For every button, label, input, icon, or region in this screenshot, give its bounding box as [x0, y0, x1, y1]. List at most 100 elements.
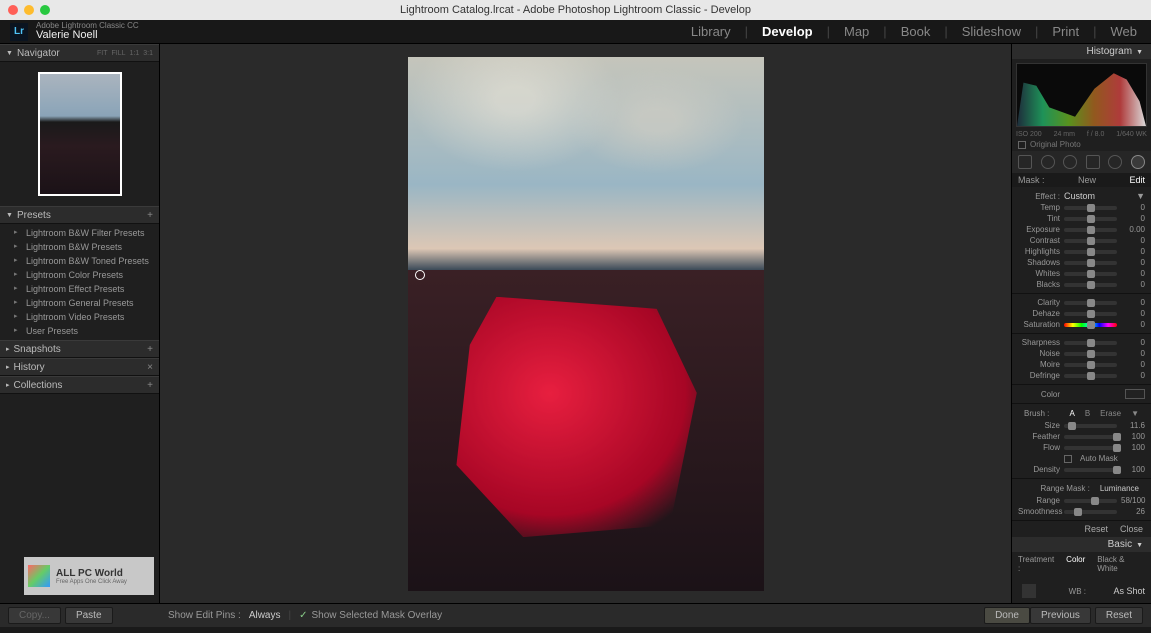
density-value: 100 — [1121, 465, 1145, 474]
nav-3to1[interactable]: 3:1 — [143, 50, 153, 57]
slider-value: 0 — [1121, 360, 1145, 369]
done-button[interactable]: Done — [984, 607, 1030, 624]
slider-label: Dehaze — [1018, 309, 1060, 318]
add-snapshot-icon[interactable]: + — [147, 344, 153, 355]
sharpness-slider[interactable] — [1064, 341, 1117, 345]
crop-tool-icon[interactable] — [1018, 155, 1032, 169]
preset-item[interactable]: Lightroom B&W Toned Presets — [0, 254, 159, 268]
preset-item[interactable]: Lightroom Video Presets — [0, 310, 159, 324]
treatment-bw[interactable]: Black & White — [1097, 555, 1145, 573]
preset-item[interactable]: Lightroom Color Presets — [0, 268, 159, 282]
mask-edit[interactable]: Edit — [1129, 175, 1145, 185]
noise-slider[interactable] — [1064, 352, 1117, 356]
slider-label: Whites — [1018, 269, 1060, 278]
histogram-header[interactable]: Histogram▼ — [1012, 44, 1151, 59]
add-preset-icon[interactable]: + — [147, 210, 153, 221]
collections-header[interactable]: ▸Collections+ — [0, 376, 159, 394]
preset-item[interactable]: User Presets — [0, 324, 159, 338]
slider-value: 0 — [1121, 269, 1145, 278]
slider-value: 0 — [1121, 203, 1145, 212]
overlay-label[interactable]: Show Selected Mask Overlay — [312, 610, 443, 621]
brush-a[interactable]: A — [1069, 409, 1074, 418]
nav-fill[interactable]: FILL — [112, 50, 126, 57]
previous-button[interactable]: Previous — [1030, 607, 1091, 624]
chevron-down-icon[interactable]: ▼ — [1131, 409, 1139, 418]
mask-close[interactable]: Close — [1120, 524, 1143, 534]
tint-slider[interactable] — [1064, 217, 1117, 221]
original-photo-label: Original Photo — [1030, 140, 1081, 149]
slider-label: Shadows — [1018, 258, 1060, 267]
show-pins-value[interactable]: Always — [249, 610, 281, 621]
clear-history-icon[interactable]: × — [147, 362, 153, 373]
spot-tool-icon[interactable] — [1041, 155, 1055, 169]
preset-item[interactable]: Lightroom General Presets — [0, 296, 159, 310]
contrast-slider[interactable] — [1064, 239, 1117, 243]
eyedropper-icon[interactable] — [1022, 584, 1036, 598]
size-slider[interactable] — [1064, 424, 1117, 428]
module-map[interactable]: Map — [840, 24, 873, 39]
preset-item[interactable]: Lightroom B&W Filter Presets — [0, 226, 159, 240]
saturation-slider[interactable] — [1064, 323, 1117, 327]
mask-new[interactable]: New — [1078, 175, 1096, 185]
rangemask-mode[interactable]: Luminance — [1100, 484, 1139, 493]
nav-1to1[interactable]: 1:1 — [130, 50, 140, 57]
module-develop[interactable]: Develop — [758, 24, 817, 39]
brush-erase[interactable]: Erase — [1100, 409, 1121, 418]
adjustment-pin-icon[interactable] — [415, 270, 425, 280]
brush-b[interactable]: B — [1085, 409, 1090, 418]
original-photo-checkbox[interactable] — [1018, 141, 1026, 149]
basic-header[interactable]: Basic▼ — [1012, 537, 1151, 552]
histogram[interactable] — [1016, 63, 1147, 127]
paste-button[interactable]: Paste — [65, 607, 113, 624]
presets-header[interactable]: ▼ Presets + — [0, 206, 159, 224]
snapshots-header[interactable]: ▸Snapshots+ — [0, 340, 159, 358]
clarity-slider[interactable] — [1064, 301, 1117, 305]
module-slideshow[interactable]: Slideshow — [958, 24, 1025, 39]
wb-value[interactable]: As Shot — [1090, 586, 1145, 596]
chevron-right-icon: ▸ — [6, 345, 10, 353]
photo-preview[interactable] — [408, 57, 764, 591]
density-slider[interactable] — [1064, 468, 1117, 472]
dehaze-slider[interactable] — [1064, 312, 1117, 316]
highlights-slider[interactable] — [1064, 250, 1117, 254]
moire-slider[interactable] — [1064, 363, 1117, 367]
automask-checkbox[interactable] — [1064, 455, 1072, 463]
treatment-color[interactable]: Color — [1066, 555, 1085, 573]
exposure-slider[interactable] — [1064, 228, 1117, 232]
flow-slider[interactable] — [1064, 446, 1117, 450]
navigator-thumbnail[interactable] — [38, 72, 122, 196]
reset-button[interactable]: Reset — [1095, 607, 1143, 624]
feather-slider[interactable] — [1064, 435, 1117, 439]
slider-label: Feather — [1018, 432, 1060, 441]
temp-slider[interactable] — [1064, 206, 1117, 210]
navigator-header[interactable]: ▼ Navigator FIT FILL 1:1 3:1 — [0, 44, 159, 62]
mask-reset[interactable]: Reset — [1084, 524, 1108, 534]
module-web[interactable]: Web — [1107, 24, 1142, 39]
history-header[interactable]: ▸History× — [0, 358, 159, 376]
slider-label: Blacks — [1018, 280, 1060, 289]
effect-value[interactable]: Custom — [1064, 191, 1132, 201]
preset-item[interactable]: Lightroom Effect Presets — [0, 282, 159, 296]
module-print[interactable]: Print — [1048, 24, 1083, 39]
module-book[interactable]: Book — [897, 24, 935, 39]
preset-item[interactable]: Lightroom B&W Presets — [0, 240, 159, 254]
add-collection-icon[interactable]: + — [147, 380, 153, 391]
blacks-slider[interactable] — [1064, 283, 1117, 287]
whites-slider[interactable] — [1064, 272, 1117, 276]
color-swatch[interactable] — [1125, 389, 1145, 399]
defringe-slider[interactable] — [1064, 374, 1117, 378]
radial-tool-icon[interactable] — [1108, 155, 1122, 169]
module-library[interactable]: Library — [687, 24, 735, 39]
nav-fit[interactable]: FIT — [97, 50, 108, 57]
smooth-slider[interactable] — [1064, 510, 1117, 514]
shadows-slider[interactable] — [1064, 261, 1117, 265]
left-panel: ▼ Navigator FIT FILL 1:1 3:1 ▼ Presets +… — [0, 44, 160, 603]
range-slider[interactable] — [1064, 499, 1117, 503]
copy-button[interactable]: Copy... — [8, 607, 61, 624]
brush-tool-icon[interactable] — [1131, 155, 1145, 169]
redeye-tool-icon[interactable] — [1063, 155, 1077, 169]
bottom-toolbar: Copy... Paste Show Edit Pins : Always | … — [0, 603, 1151, 627]
chevron-down-icon[interactable]: ▼ — [1136, 191, 1145, 201]
gradient-tool-icon[interactable] — [1086, 155, 1100, 169]
checkmark-icon[interactable]: ✓ — [299, 610, 307, 621]
